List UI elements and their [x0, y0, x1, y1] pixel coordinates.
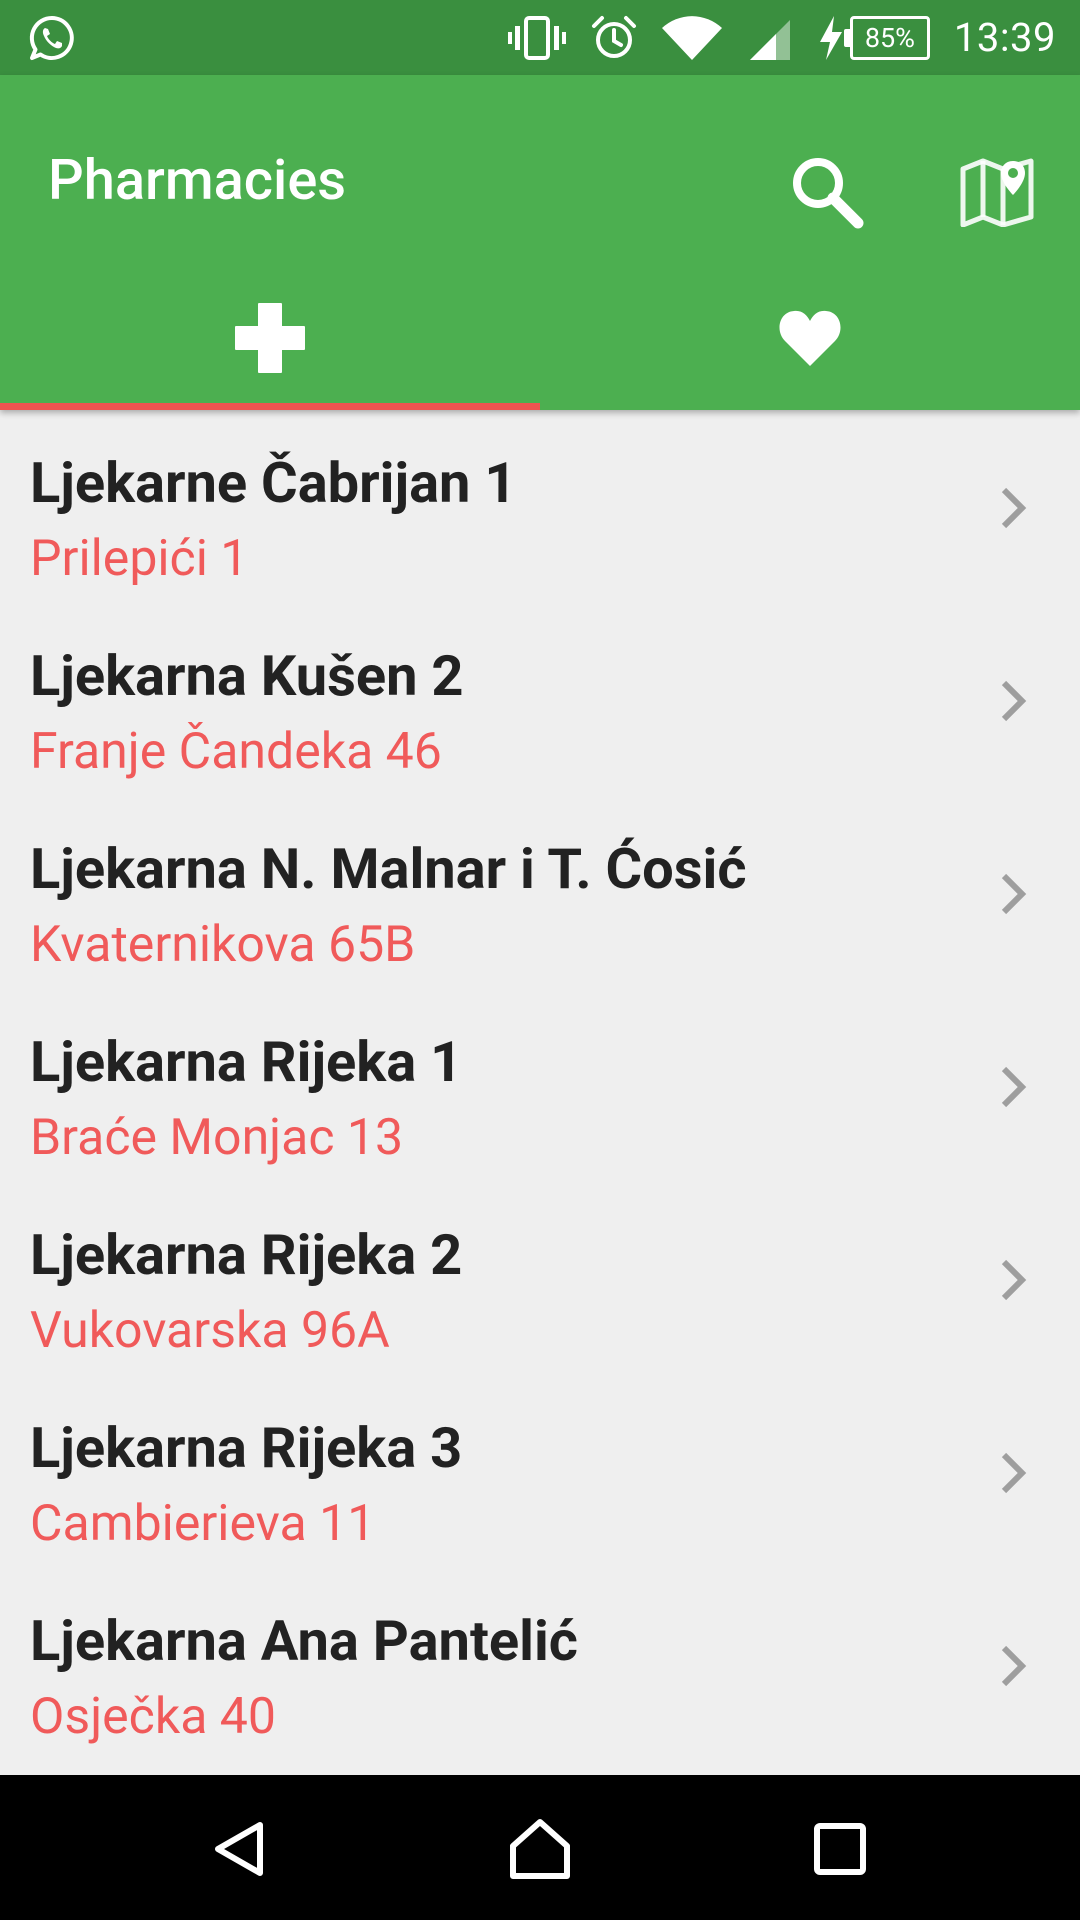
heart-icon	[779, 310, 841, 366]
pharmacy-name: Ljekarna Ana Pantelić	[30, 1608, 578, 1674]
alarm-icon	[591, 15, 636, 58]
chevron-right-icon	[1001, 1066, 1027, 1108]
pharmacy-name: Ljekarna Rijeka 2	[30, 1222, 463, 1288]
battery: 85%	[818, 15, 930, 60]
chevron-right-icon	[1001, 487, 1027, 529]
status-bar: 85% 13:39	[0, 0, 1080, 75]
pharmacy-address: Franje Čandeka 46	[30, 723, 442, 781]
home-icon	[510, 1819, 570, 1879]
plus-icon	[235, 302, 305, 373]
pharmacy-name: Ljekarne Čabrijan 1	[30, 450, 517, 516]
pharmacy-name: Ljekarna Rijeka 1	[30, 1029, 463, 1095]
list-item[interactable]: Ljekarna N. Malnar i T. Ćosić Kvaterniko…	[0, 796, 1080, 989]
tab-pharmacies[interactable]	[0, 265, 540, 410]
battery-icon: 85%	[843, 15, 930, 60]
pharmacy-name: Ljekarna Kušen 2	[30, 643, 464, 709]
tab-favorites[interactable]	[540, 265, 1080, 410]
list-item[interactable]: Ljekarna Rijeka 1 Braće Monjac 13	[0, 989, 1080, 1182]
nav-bar	[0, 1775, 1080, 1920]
screen: 85% 13:39 Pharmacies Ljekarne Čabrijan 1…	[0, 0, 1080, 1920]
map-icon	[960, 158, 1034, 227]
tab-bar	[0, 265, 1080, 410]
pharmacy-name: Ljekarna N. Malnar i T. Ćosić	[30, 836, 747, 902]
signal-icon	[749, 19, 790, 60]
clock: 13:39	[953, 14, 1056, 61]
chevron-right-icon	[1001, 873, 1027, 915]
pharmacy-address: Kvaternikova 65B	[30, 916, 416, 974]
chevron-right-icon	[1001, 1452, 1027, 1494]
list-item[interactable]: Ljekarne Čabrijan 1 Prilepići 1	[0, 410, 1080, 603]
charging-icon	[819, 15, 842, 60]
list-item[interactable]: Ljekarna Kušen 2 Franje Čandeka 46	[0, 603, 1080, 796]
search-button[interactable]	[776, 141, 876, 241]
search-icon	[793, 158, 864, 229]
back-button[interactable]	[190, 1799, 290, 1899]
whatsapp-icon	[29, 15, 74, 60]
home-button[interactable]	[490, 1799, 590, 1899]
recents-button[interactable]	[790, 1799, 890, 1899]
recents-icon	[814, 1823, 866, 1875]
battery-level: 85%	[864, 21, 915, 54]
pharmacy-address: Vukovarska 96A	[30, 1302, 390, 1360]
page-title: Pharmacies	[48, 147, 347, 213]
pharmacy-address: Cambierieva 11	[30, 1495, 376, 1553]
pharmacy-address: Braće Monjac 13	[30, 1109, 404, 1167]
pharmacy-address: Prilepići 1	[30, 530, 249, 588]
back-icon	[215, 1822, 263, 1876]
chevron-right-icon	[1001, 1259, 1027, 1301]
chevron-right-icon	[1001, 1645, 1027, 1687]
wifi-icon	[661, 15, 722, 60]
list-item[interactable]: Ljekarna Rijeka 2 Vukovarska 96A	[0, 1182, 1080, 1375]
vibrate-icon	[507, 15, 566, 60]
app-bar: Pharmacies	[0, 75, 1080, 410]
list-item[interactable]: Ljekarna Rijeka 3 Cambierieva 11	[0, 1375, 1080, 1568]
list-item[interactable]: Ljekarna Ana Pantelić Osječka 40	[0, 1568, 1080, 1761]
pharmacy-name: Ljekarna Rijeka 3	[30, 1415, 463, 1481]
status-icons: 85% 13:39	[507, 0, 1056, 75]
pharmacy-list: Ljekarne Čabrijan 1 Prilepići 1 Ljekarna…	[0, 410, 1080, 1775]
pharmacy-address: Osječka 40	[30, 1688, 276, 1746]
map-button[interactable]	[942, 141, 1052, 241]
chevron-right-icon	[1001, 680, 1027, 722]
